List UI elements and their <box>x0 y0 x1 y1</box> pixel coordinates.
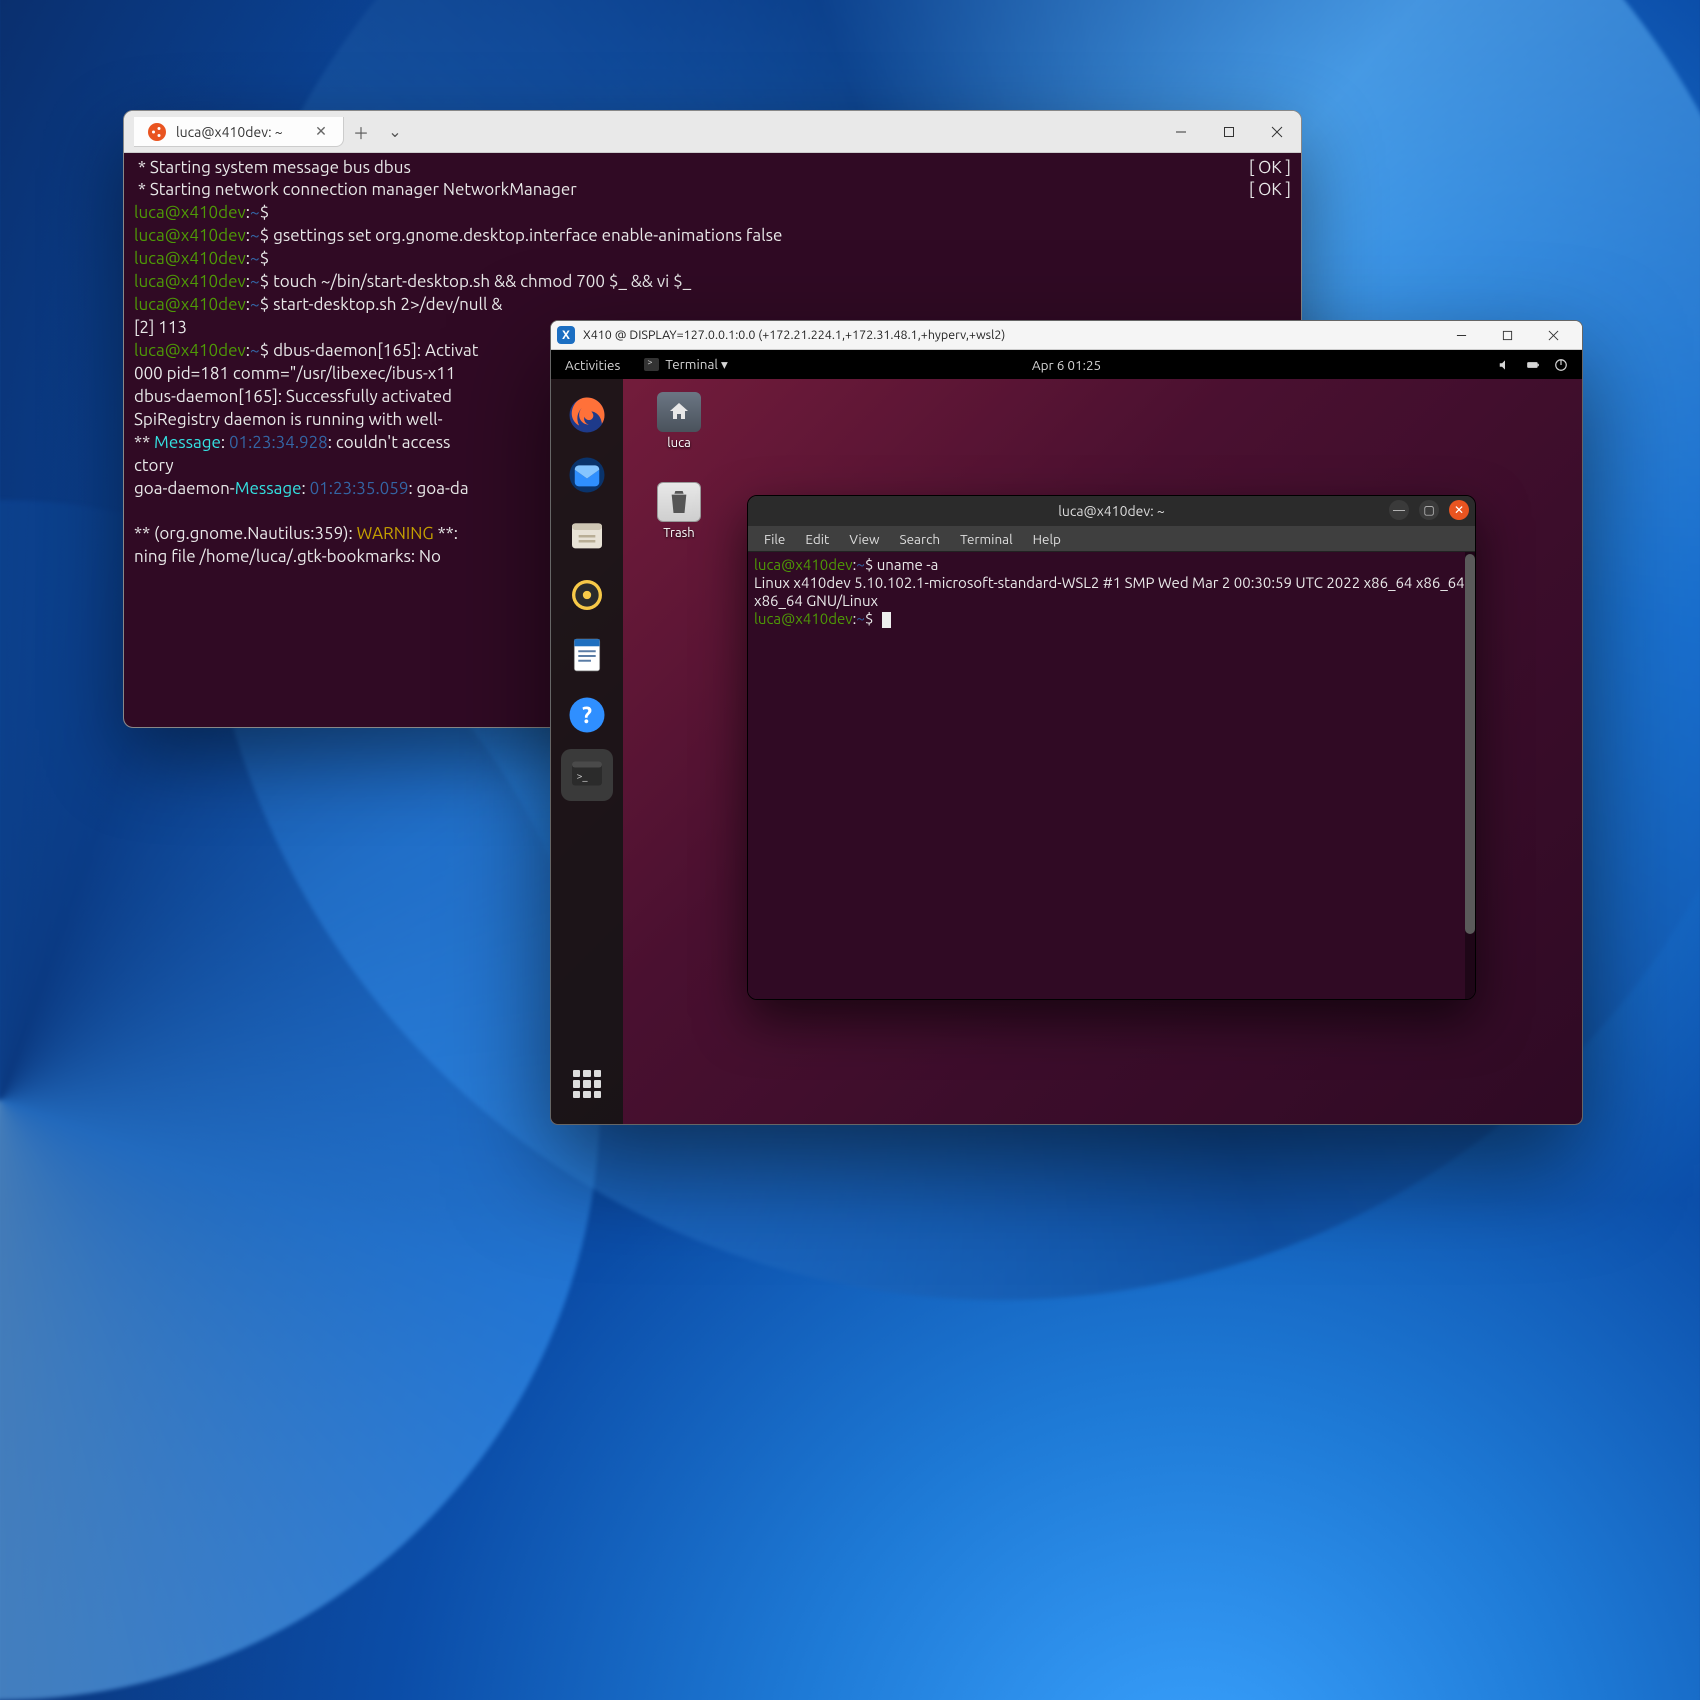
gnome-topbar[interactable]: Activities Terminal ▾ Apr 6 01:25 <box>551 350 1582 379</box>
minimize-button[interactable] <box>1438 321 1484 350</box>
ok-badge: [ OK ] <box>1249 179 1291 201</box>
maximize-button[interactable] <box>1484 321 1530 350</box>
tab-dropdown-button[interactable]: ⌄ <box>378 111 412 152</box>
scrollbar[interactable] <box>1465 552 1475 999</box>
x410-title: X410 @ DISPLAY=127.0.0.1:0.0 (+172.21.22… <box>583 328 1430 342</box>
writer-icon[interactable] <box>561 629 613 681</box>
cmd-line: gsettings set org.gnome.desktop.interfac… <box>269 226 782 245</box>
timestamp: 01:23:35.059 <box>310 479 409 498</box>
log-line: : couldn't access <box>328 433 451 452</box>
activities-button[interactable]: Activities <box>551 357 634 373</box>
close-button[interactable]: ✕ <box>1449 500 1469 520</box>
active-app-menu[interactable]: Terminal ▾ <box>634 356 737 373</box>
files-icon[interactable] <box>561 509 613 561</box>
svg-text:?: ? <box>582 703 592 728</box>
clock[interactable]: Apr 6 01:25 <box>1032 357 1101 373</box>
system-tray[interactable] <box>1498 358 1582 372</box>
x410-window: X X410 @ DISPLAY=127.0.0.1:0.0 (+172.21.… <box>550 320 1583 1125</box>
job-line: [2] 113 <box>134 318 187 337</box>
help-icon[interactable]: ? <box>561 689 613 741</box>
maximize-button[interactable] <box>1205 111 1253 152</box>
ubuntu-icon <box>148 123 166 141</box>
prompt-user: luca@x410dev <box>754 556 853 573</box>
log-line: ning file /home/luca/.gtk-bookmarks: No <box>134 547 445 566</box>
log-line: 000 pid=181 comm="/usr/libexec/ibus-x11 <box>134 364 459 383</box>
log-line: * Starting system message bus dbus <box>134 157 1249 179</box>
cmd-line: start-desktop.sh 2>/dev/null & <box>269 295 502 314</box>
rhythmbox-icon[interactable] <box>561 569 613 621</box>
wt-tab[interactable]: luca@x410dev: ~ ✕ <box>134 117 344 147</box>
new-tab-button[interactable]: ＋ <box>344 111 378 152</box>
cursor <box>882 612 891 628</box>
wt-titlebar[interactable]: luca@x410dev: ~ ✕ ＋ ⌄ <box>124 111 1301 153</box>
gterm-output[interactable]: luca@x410dev:~$ uname -a Linux x410dev 5… <box>748 552 1475 999</box>
gnome-dock[interactable]: ? >_ <box>551 379 623 1124</box>
gterm-menubar[interactable]: File Edit View Search Terminal Help <box>748 526 1475 552</box>
prompt-path: ~ <box>856 556 864 573</box>
close-button[interactable] <box>1253 111 1301 152</box>
menu-search[interactable]: Search <box>892 529 949 549</box>
output-line: Linux x410dev 5.10.102.1-microsoft-stand… <box>754 574 1468 609</box>
gnome-desktop[interactable]: Activities Terminal ▾ Apr 6 01:25 <box>551 350 1582 1124</box>
cmd-line: touch ~/bin/start-desktop.sh && chmod 70… <box>269 272 691 291</box>
close-icon[interactable]: ✕ <box>313 124 329 140</box>
gnome-terminal-window: luca@x410dev: ~ — ▢ ✕ File Edit View Sea… <box>747 495 1476 1000</box>
svg-text:>_: >_ <box>577 770 589 782</box>
trash-icon[interactable]: Trash <box>657 482 701 540</box>
menu-view[interactable]: View <box>841 529 887 549</box>
trash-label: Trash <box>663 526 694 540</box>
prompt-path: ~ <box>250 203 260 222</box>
minimize-button[interactable]: — <box>1389 500 1409 520</box>
power-icon <box>1554 358 1568 372</box>
log-line: dbus-daemon[165]: Activat <box>269 341 478 360</box>
prompt-user: luca@x410dev <box>134 203 246 222</box>
gterm-title-text: luca@x410dev: ~ <box>1058 503 1165 519</box>
menu-terminal[interactable]: Terminal <box>952 529 1021 549</box>
menu-help[interactable]: Help <box>1025 529 1069 549</box>
firefox-icon[interactable] <box>561 389 613 441</box>
menu-edit[interactable]: Edit <box>797 529 837 549</box>
scrollbar-thumb[interactable] <box>1465 554 1475 934</box>
msg-tag: Message <box>154 433 221 452</box>
terminal-icon <box>644 358 659 371</box>
log-line: ctory <box>134 456 174 475</box>
log-line: SpiRegistry daemon is running with well- <box>134 410 443 429</box>
show-apps-button[interactable] <box>561 1058 613 1110</box>
timestamp: 01:23:34.928 <box>229 433 328 452</box>
close-button[interactable] <box>1530 321 1576 350</box>
battery-icon <box>1526 358 1540 372</box>
warning-tag: WARNING <box>357 524 434 543</box>
terminal-icon[interactable]: >_ <box>561 749 613 801</box>
log-line: * Starting network connection manager Ne… <box>134 179 1249 201</box>
log-line: dbus-daemon[165]: Successfully activated <box>134 387 452 406</box>
active-app-label: Terminal ▾ <box>665 356 727 373</box>
gterm-titlebar[interactable]: luca@x410dev: ~ — ▢ ✕ <box>748 496 1475 526</box>
x410-icon: X <box>557 326 575 344</box>
volume-icon <box>1498 358 1512 372</box>
x410-titlebar[interactable]: X X410 @ DISPLAY=127.0.0.1:0.0 (+172.21.… <box>551 321 1582 350</box>
minimize-button[interactable] <box>1157 111 1205 152</box>
menu-file[interactable]: File <box>756 529 793 549</box>
home-folder-label: luca <box>667 436 691 450</box>
thunderbird-icon[interactable] <box>561 449 613 501</box>
ok-badge: [ OK ] <box>1249 157 1291 179</box>
wt-tab-title: luca@x410dev: ~ <box>176 124 303 140</box>
maximize-button[interactable]: ▢ <box>1419 500 1439 520</box>
home-folder-icon[interactable]: luca <box>657 392 701 450</box>
cmd-line: uname -a <box>873 556 938 573</box>
